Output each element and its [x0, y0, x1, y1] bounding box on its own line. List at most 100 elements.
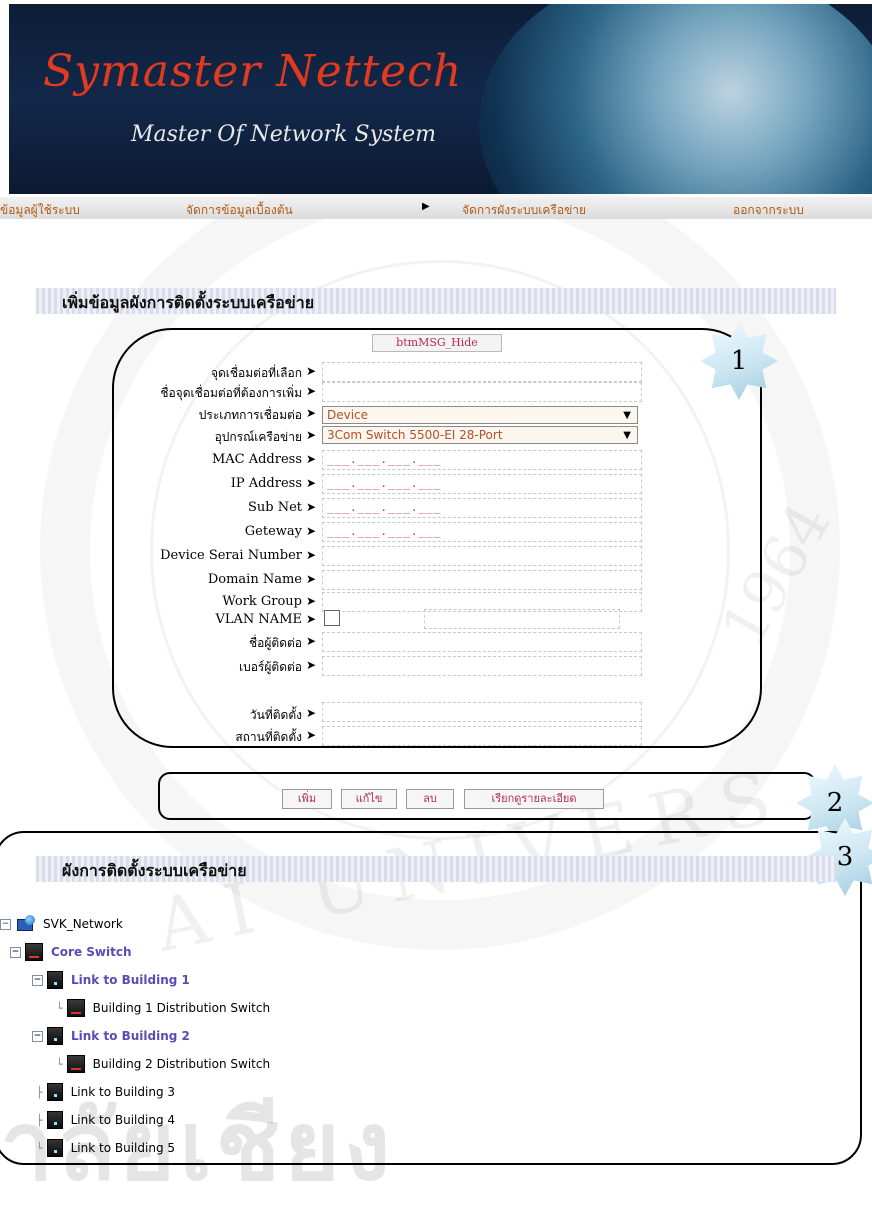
form-section-title: เพิ่มข้อมูลผังการติดตั้งระบบเครือข่าย [62, 293, 315, 312]
label-ip: IP Address [230, 476, 302, 491]
label-mac: MAC Address [211, 452, 302, 467]
edit-button[interactable]: แก้ไข [341, 789, 397, 809]
install-date-input[interactable] [322, 702, 642, 722]
arrow-icon: ➤ [306, 500, 317, 514]
collapse-icon[interactable]: − [32, 974, 43, 986]
nav-network-diagram[interactable]: จัดการผังระบบเครือข่าย [462, 201, 586, 220]
arrow-icon: ➤ [306, 428, 317, 442]
tree-node-building-1-switch[interactable]: └ Building 1 Distribution Switch [56, 998, 270, 1018]
tree-node-link-building-1[interactable]: − Link to Building 1 [32, 970, 190, 990]
ip-address-input[interactable]: ___.___.___.___ [322, 474, 642, 494]
arrow-icon: ➤ [306, 594, 317, 608]
contact-phone-input[interactable] [322, 656, 642, 676]
switch-icon [66, 1055, 85, 1073]
chevron-down-icon: ▼ [623, 410, 631, 421]
nav-logout[interactable]: ออกจากระบบ [733, 201, 804, 220]
tree-node-building-2-switch[interactable]: └ Building 2 Distribution Switch [56, 1054, 270, 1074]
contact-name-input[interactable] [322, 632, 642, 652]
label-subnet: Sub Net [247, 500, 302, 515]
arrow-icon: ➤ [306, 406, 317, 420]
brand-logo: Symaster Nettech [43, 46, 463, 97]
nav-arrow-icon: ▶ [422, 201, 430, 212]
device-icon [46, 1111, 63, 1129]
network-icon [15, 915, 37, 933]
switch-icon [25, 943, 43, 961]
arrow-icon: ➤ [306, 476, 317, 490]
tree-node-root[interactable]: − SVK_Network [0, 914, 123, 934]
add-button[interactable]: เพิ่ม [282, 789, 332, 809]
label-vlan: VLAN NAME [215, 612, 302, 627]
arrow-icon: ➤ [306, 524, 317, 538]
form-section-header: เพิ่มข้อมูลผังการติดตั้งระบบเครือข่าย [36, 288, 836, 314]
tree-node-label: SVK_Network [43, 917, 123, 931]
arrow-icon: ➤ [306, 572, 317, 586]
new-point-name-input[interactable] [322, 382, 642, 402]
tree-section-title: ผังการติดตั้งระบบเครือข่าย [62, 861, 247, 880]
switch-icon [66, 999, 85, 1017]
header-banner: Symaster Nettech Master Of Network Syste… [9, 4, 872, 194]
label-connection-type: ประเภทการเชื่อมต่อ [198, 408, 302, 422]
tree-node-label: Link to Building 5 [70, 1141, 176, 1155]
arrow-icon: ➤ [306, 634, 317, 648]
tree-node-link-building-4[interactable]: ├ Link to Building 4 [36, 1110, 175, 1130]
arrow-icon: ➤ [306, 452, 317, 466]
label-new-point: ชื่อจุดเชื่อมต่อที่ต้องการเพิ่ม [160, 386, 302, 400]
label-domain: Domain Name [207, 572, 302, 587]
tree-node-link-building-5[interactable]: └ Link to Building 5 [36, 1138, 175, 1158]
collapse-icon[interactable]: − [32, 1030, 43, 1042]
tree-node-label: Link to Building 1 [71, 973, 190, 987]
main-nav: ข้อมูลผู้ใช้ระบบ จัดการข้อมูลเบื้องต้น ▶… [0, 197, 872, 219]
tree-node-core-switch[interactable]: − Core Switch [10, 942, 132, 962]
tree-section-header: ผังการติดตั้งระบบเครือข่าย [36, 856, 836, 882]
arrow-icon: ➤ [306, 706, 317, 720]
device-icon [46, 1083, 63, 1101]
tree-connector-icon: ├ [36, 1113, 43, 1127]
arrow-icon: ➤ [306, 612, 317, 626]
label-install-place: สถานที่ติดตั้ง [235, 730, 302, 744]
globe-image [479, 4, 872, 194]
tree-connector-icon: └ [36, 1141, 43, 1155]
collapse-icon[interactable]: − [10, 946, 21, 958]
gateway-input[interactable]: ___.___.___.___ [322, 522, 642, 542]
arrow-icon: ➤ [306, 658, 317, 672]
label-contact-phone: เบอร์ผู้ติดต่อ [239, 660, 302, 674]
domain-name-input[interactable] [322, 570, 642, 590]
device-icon [46, 1139, 63, 1157]
device-icon [47, 971, 63, 989]
arrow-icon: ➤ [306, 364, 317, 378]
label-contact-name: ชื่อผู้ติดต่อ [249, 636, 302, 650]
arrow-icon: ➤ [306, 384, 317, 398]
label-workgroup: Work Group [222, 594, 302, 609]
delete-button[interactable]: ลบ [406, 789, 454, 809]
device-icon [47, 1027, 63, 1045]
arrow-icon: ➤ [306, 728, 317, 742]
msg-hide-button[interactable]: btmMSG_Hide [372, 334, 502, 352]
network-device-select[interactable]: 3Com Switch 5500-EI 28-Port ▼ [322, 426, 638, 444]
nav-basic-data[interactable]: จัดการข้อมูลเบื้องต้น [186, 201, 293, 220]
chevron-down-icon: ▼ [623, 430, 631, 441]
selected-point-field[interactable] [322, 362, 642, 382]
label-gateway: Geteway [244, 524, 302, 539]
install-place-input[interactable] [322, 726, 642, 746]
subnet-input[interactable]: ___.___.___.___ [322, 498, 642, 518]
label-install-date: วันที่ติดตั้ง [249, 708, 302, 722]
connection-type-select[interactable]: Device ▼ [322, 406, 638, 424]
tree-node-label: Core Switch [51, 945, 132, 959]
tree-node-label: Link to Building 3 [70, 1085, 176, 1099]
tree-connector-icon: └ [56, 1057, 63, 1071]
vlan-name-input[interactable] [424, 609, 620, 629]
label-serial: Device Serai Number [160, 548, 302, 563]
tree-node-link-building-3[interactable]: ├ Link to Building 3 [36, 1082, 175, 1102]
collapse-icon[interactable]: − [0, 918, 11, 930]
tree-node-label: Link to Building 2 [71, 1029, 190, 1043]
mac-address-input[interactable]: ___.___.___.___ [322, 450, 642, 470]
nav-user-info[interactable]: ข้อมูลผู้ใช้ระบบ [0, 201, 80, 220]
tree-connector-icon: ├ [36, 1085, 43, 1099]
tree-node-link-building-2[interactable]: − Link to Building 2 [32, 1026, 190, 1046]
tree-node-label: Building 2 Distribution Switch [92, 1057, 271, 1071]
serial-number-input[interactable] [322, 546, 642, 566]
vlan-checkbox[interactable] [324, 610, 340, 626]
brand-tagline: Master Of Network System [131, 122, 437, 147]
details-button[interactable]: เรียกดูรายละเอียด [464, 789, 604, 809]
label-selected-point: จุดเชื่อมต่อที่เลือก [210, 366, 302, 380]
